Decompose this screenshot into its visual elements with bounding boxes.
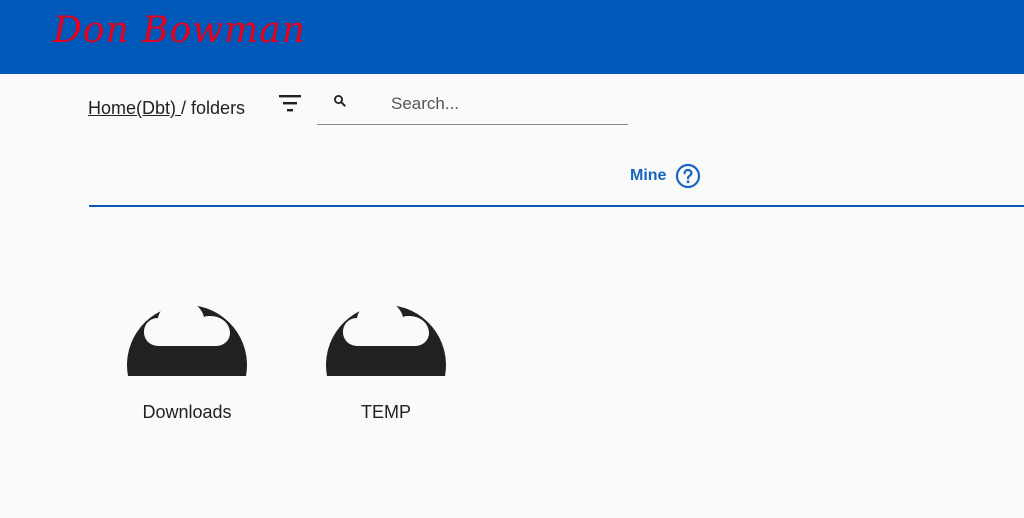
cloud-folder-icon <box>326 300 446 376</box>
tab-bar: Mine <box>89 160 1024 207</box>
folder-item-temp[interactable]: TEMP <box>306 268 466 423</box>
folder-label: TEMP <box>360 402 411 422</box>
brand-name: Don Bowman <box>53 10 306 51</box>
tab-mine[interactable]: Mine <box>630 163 701 189</box>
breadcrumb-current: folders <box>186 98 246 118</box>
filter-button[interactable] <box>276 92 304 116</box>
help-circle-icon[interactable] <box>675 163 701 189</box>
breadcrumb: Home(Dbt) / folders <box>88 98 245 119</box>
folder-item-downloads[interactable]: Downloads <box>107 268 267 423</box>
cloud-folder-icon <box>127 300 247 376</box>
app-header: Don Bowman <box>0 0 1024 74</box>
search-icon <box>334 95 346 107</box>
tab-mine-label: Mine <box>630 167 667 184</box>
search-input[interactable] <box>391 90 621 118</box>
breadcrumb-home-link[interactable]: Home(Dbt) <box>88 98 181 118</box>
search-box <box>317 84 628 125</box>
folder-label: Downloads <box>142 402 232 422</box>
filter-icon <box>279 95 301 112</box>
